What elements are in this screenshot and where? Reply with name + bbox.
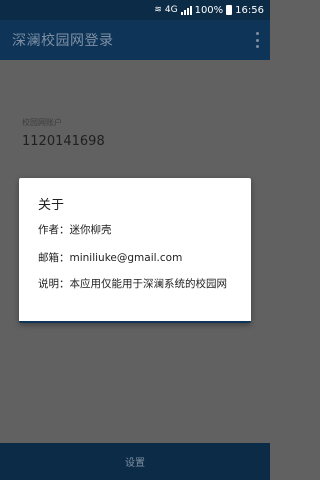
account-label: 校园网账户 (22, 118, 62, 127)
dialog-email: 邮箱：miniliuke@gmail.com (38, 252, 183, 264)
settings-button[interactable]: 设置 (125, 454, 145, 469)
screen: ≋ 4G 100% 16:56 深澜校园网登录 校园网账户 1120141698… (0, 0, 270, 480)
dialog-title: 关于 (38, 198, 65, 213)
dialog-author: 作者：迷你柳壳 (38, 224, 112, 236)
account-field[interactable]: 1120141698 (22, 134, 105, 149)
more-vert-icon[interactable] (254, 32, 260, 48)
about-dialog: 关于 作者：迷你柳壳 邮箱：miniliuke@gmail.com 说明：本应用… (19, 178, 251, 323)
signal-icon (180, 5, 192, 15)
app-bar: 深澜校园网登录 (0, 20, 270, 60)
network-type: 4G (164, 4, 178, 15)
battery-percent: 100% (194, 4, 224, 16)
wifi-icon: ≋ (154, 4, 162, 15)
battery-icon (226, 5, 233, 15)
status-time: 16:56 (235, 4, 264, 16)
dialog-description: 说明：本应用仅能用于深澜系统的校园网 (38, 278, 227, 290)
status-bar: ≋ 4G 100% 16:56 (0, 0, 270, 20)
app-title: 深澜校园网登录 (12, 33, 114, 49)
bottom-bar: 设置 (0, 443, 270, 480)
